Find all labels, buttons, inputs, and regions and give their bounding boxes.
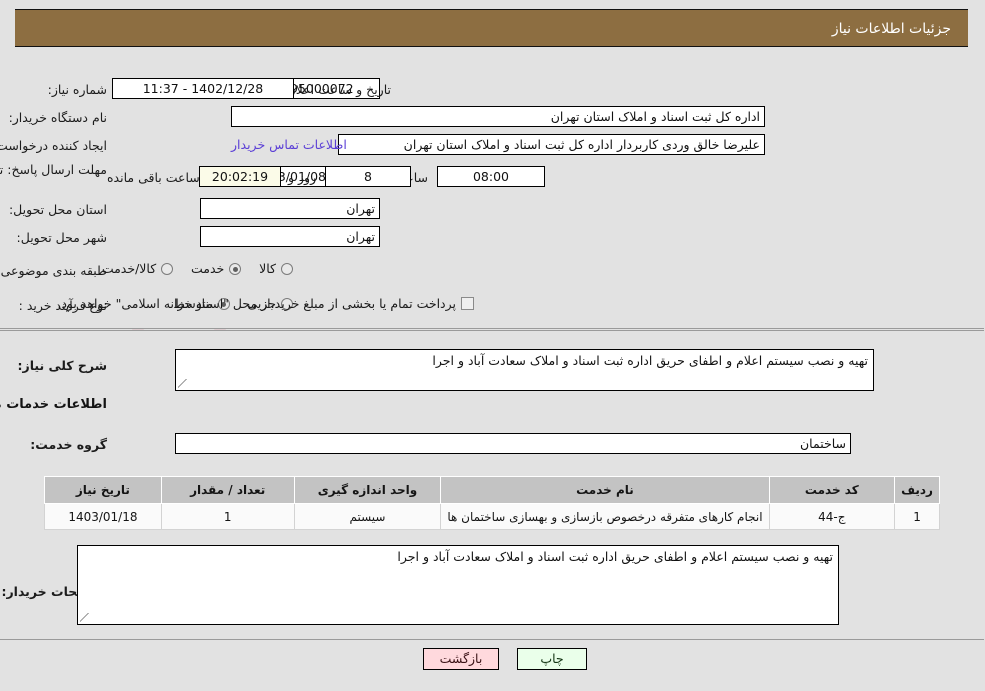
city-field[interactable]: تهران (201, 226, 381, 247)
cell-service-code: ج-44 (769, 503, 897, 530)
services-section-heading: اطلاعات خدمات مورد نیاز (0, 397, 108, 412)
col-unit: واحد اندازه گیری (294, 476, 443, 504)
public-announce-field[interactable]: 1402/12/28 - 11:37 (113, 78, 295, 99)
category-radio-group[interactable]: کالا خدمت کالا/خدمت (89, 261, 294, 276)
table-header-row: ردیف کد خدمت نام خدمت واحد اندازه گیری ت… (45, 476, 941, 504)
deadline-label: مهلت ارسال پاسخ: تا تاریخ: (0, 162, 108, 177)
category-radio-kala[interactable] (282, 263, 294, 275)
col-row-no: ردیف (895, 476, 941, 504)
service-group-label: گروه خدمت: (31, 437, 108, 452)
buyer-notes-textarea[interactable]: تهیه و نصب سیستم اعلام و اطفای حریق ادار… (78, 545, 840, 625)
treasury-checkbox[interactable] (462, 297, 475, 310)
service-group-field[interactable]: ساختمان (176, 433, 852, 454)
category-option-label-1: خدمت (192, 261, 226, 276)
category-radio-khedmat[interactable] (230, 263, 243, 275)
city-label: شهر محل تحویل: (17, 230, 108, 245)
col-quantity: تعداد / مقدار (161, 476, 296, 504)
cell-quantity: 1 (161, 503, 296, 530)
deadline-time-field[interactable]: 08:00 (438, 166, 546, 187)
cell-service-name: انجام کارهای متفرقه درخصوص بازسازی و بهس… (441, 503, 771, 530)
deadline-days-field[interactable]: 8 (326, 166, 412, 187)
col-service-code: کد خدمت (769, 476, 897, 504)
general-desc-label: شرح کلی نیاز: (18, 358, 108, 373)
buyer-contact-link[interactable]: اطلاعات تماس خریدار (232, 137, 348, 152)
buyer-org-field[interactable]: اداره کل ثبت اسناد و املاک استان تهران (232, 106, 766, 127)
category-radio-kala-khedmat[interactable] (162, 263, 175, 275)
countdown-field: 20:02:19 (200, 166, 282, 187)
col-need-date: تاریخ نیاز (45, 476, 163, 504)
back-button[interactable]: بازگشت (424, 648, 500, 670)
need-info-panel: شماره نیاز: 1102003195000072 تاریخ و ساع… (0, 60, 985, 329)
table-row[interactable]: 1 ج-44 انجام کارهای متفرقه درخصوص بازساز… (45, 503, 941, 530)
col-service-name: نام خدمت (441, 476, 771, 504)
services-table: ردیف کد خدمت نام خدمت واحد اندازه گیری ت… (45, 476, 941, 530)
need-number-label: شماره نیاز: (48, 82, 108, 97)
deadline-days-label: روز و (289, 170, 318, 185)
action-button-bar: چاپ بازگشت (0, 645, 985, 691)
category-option-label-0: کالا (260, 261, 277, 276)
cell-row-no: 1 (895, 503, 941, 530)
treasury-checkbox-label: پرداخت تمام یا بخشی از مبلغ خرید،از محل … (58, 296, 457, 311)
treasury-checkbox-group[interactable]: پرداخت تمام یا بخشی از مبلغ خرید،از محل … (44, 296, 475, 311)
creator-label: ایجاد کننده درخواست: (0, 138, 108, 153)
buyer-org-label: نام دستگاه خریدار: (9, 110, 108, 125)
cell-need-date: 1403/01/18 (45, 503, 163, 530)
province-field[interactable]: تهران (201, 198, 381, 219)
province-label: استان محل تحویل: (9, 202, 108, 217)
countdown-label: ساعت باقی مانده (108, 170, 201, 185)
need-details-panel: شرح کلی نیاز: تهیه و نصب سیستم اعلام و ا… (0, 330, 985, 640)
general-desc-textarea[interactable]: تهیه و نصب سیستم اعلام و اطفای حریق ادار… (176, 349, 875, 391)
cell-unit: سیستم (294, 503, 443, 530)
page-header: جزئیات اطلاعات نیاز (16, 9, 969, 47)
category-option-label-2: کالا/خدمت (102, 261, 158, 276)
page-title: جزئیات اطلاعات نیاز (832, 21, 952, 37)
print-button[interactable]: چاپ (518, 648, 588, 670)
creator-field[interactable]: علیرضا خالق وردی کاربردار اداره کل ثبت ا… (339, 134, 766, 155)
